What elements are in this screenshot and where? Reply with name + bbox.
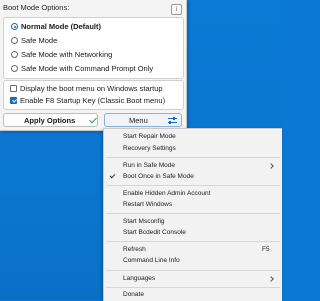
radio-label: Safe Mode with Networking: [21, 50, 113, 59]
menu-item-start-bcdedit[interactable]: Start Bcdedit Console: [123, 228, 186, 238]
menu-item-restart-windows[interactable]: Restart Windows: [123, 200, 172, 210]
checkbox-icon: [10, 85, 17, 92]
sliders-icon: [168, 117, 177, 124]
checkbox-label: Display the boot menu on Windows startup: [20, 84, 163, 93]
radio-selected-icon: [11, 23, 18, 30]
menu-item-start-msconfig[interactable]: Start Msconfig: [123, 217, 165, 227]
menu-item-enable-hidden-admin[interactable]: Enable Hidden Admin Account: [123, 189, 210, 199]
checkbox-enable-f8[interactable]: Enable F8 Startup Key (Classic Boot menu…: [10, 95, 165, 106]
menu-item-start-repair-mode[interactable]: Start Repair Mode: [123, 132, 176, 142]
menu-separator: [106, 213, 280, 214]
menu-item-boot-once-safe-mode[interactable]: Boot Once in Safe Mode: [123, 172, 194, 182]
apply-options-label: Apply Options: [24, 115, 76, 125]
menu-separator: [106, 287, 280, 288]
menu-item-donate[interactable]: Donate: [123, 290, 144, 300]
apply-options-button[interactable]: Apply Options: [3, 113, 98, 127]
info-icon[interactable]: i: [171, 4, 182, 15]
radio-icon: [11, 37, 18, 44]
menu-shortcut-f5: F5: [262, 246, 270, 253]
radio-label: Normal Mode (Default): [21, 22, 102, 31]
radio-icon: [11, 65, 18, 72]
menu-check-icon: [109, 172, 116, 179]
radio-safe-mode[interactable]: Safe Mode: [11, 35, 57, 46]
radio-label: Safe Mode with Command Prompt Only: [21, 64, 154, 73]
menu-item-languages[interactable]: Languages: [123, 274, 155, 284]
menu-item-command-line-info[interactable]: Command Line Info: [123, 256, 180, 266]
checkbox-display-boot-menu[interactable]: Display the boot menu on Windows startup: [10, 83, 163, 94]
menu-separator: [106, 157, 280, 158]
checkbox-label: Enable F8 Startup Key (Classic Boot menu…: [20, 96, 166, 105]
radio-safe-mode-command-prompt[interactable]: Safe Mode with Command Prompt Only: [11, 63, 153, 74]
checkbox-checked-icon: [10, 97, 17, 104]
radio-label: Safe Mode: [21, 36, 58, 45]
checkmark-icon: [89, 115, 97, 124]
menu-separator: [106, 185, 280, 186]
menu-button-label: Menu: [129, 115, 148, 125]
panel-title: Boot Mode Options:: [3, 3, 70, 12]
menu-item-run-in-safe-mode[interactable]: Run in Safe Mode: [123, 161, 175, 171]
boot-mode-group: Normal Mode (Default) Safe Mode Safe Mod…: [3, 17, 184, 79]
menu-item-refresh[interactable]: Refresh: [123, 245, 146, 255]
radio-safe-mode-networking[interactable]: Safe Mode with Networking: [11, 49, 112, 60]
menu-button[interactable]: Menu: [104, 113, 182, 127]
startup-options-group: Display the boot menu on Windows startup…: [3, 80, 184, 110]
menu-item-recovery-settings[interactable]: Recovery Settings: [123, 144, 176, 154]
submenu-arrow-icon: [268, 276, 274, 282]
menu-separator: [106, 270, 280, 271]
context-menu: Start Repair Mode Recovery Settings Run …: [103, 128, 282, 301]
radio-icon: [11, 51, 18, 58]
submenu-arrow-icon: [268, 163, 274, 169]
menu-separator: [106, 241, 280, 242]
radio-normal-mode[interactable]: Normal Mode (Default): [11, 21, 101, 32]
boot-options-panel: Boot Mode Options: i Normal Mode (Defaul…: [0, 0, 187, 131]
